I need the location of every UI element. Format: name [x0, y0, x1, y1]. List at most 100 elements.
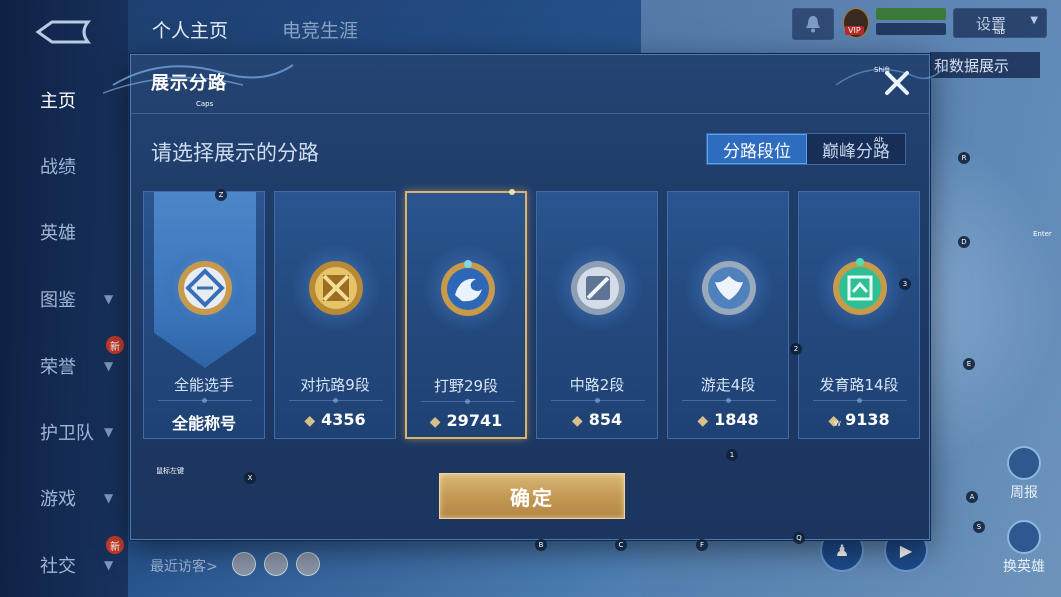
- chevron-down-icon: ▼: [104, 359, 114, 373]
- clash-lane-emblem-icon: [306, 258, 366, 318]
- lane-points: ◆ 854: [537, 410, 657, 429]
- nav-item-games[interactable]: 游戏 ▼: [0, 478, 128, 518]
- lane-card-roam[interactable]: 游走4段 ◆ 1848: [667, 191, 789, 439]
- weekly-report-icon: [1007, 446, 1041, 480]
- roam-emblem-icon: [699, 258, 759, 318]
- change-hero-icon: [1007, 520, 1041, 554]
- back-arrow-icon: [35, 20, 92, 44]
- side-button-label: 周报: [1010, 485, 1038, 501]
- lane-card-clash[interactable]: 对抗路9段 ◆ 4356: [274, 191, 396, 439]
- tab-profile[interactable]: 个人主页: [152, 16, 228, 43]
- bell-icon: [806, 16, 820, 33]
- chevron-down-icon: ▼: [104, 491, 114, 505]
- nav-item-heroes[interactable]: 英雄: [0, 212, 128, 252]
- lane-name: 发育路14段: [819, 376, 899, 394]
- key-hint: F: [696, 539, 708, 551]
- key-hint: B: [535, 539, 547, 551]
- key-hint: Q: [793, 532, 805, 544]
- tab-esports-career[interactable]: 电竞生涯: [282, 16, 358, 43]
- nav-item-label: 护卫队: [40, 423, 94, 444]
- nav-item-label: 荣誉: [40, 357, 76, 378]
- dialog-title: 展示分路: [151, 73, 227, 94]
- nav-item-label: 英雄: [40, 223, 76, 244]
- chevron-down-icon: ▼: [104, 292, 114, 306]
- card-separator: [551, 398, 645, 403]
- key-hint: Enter: [1033, 230, 1052, 238]
- recent-visitors-link[interactable]: 最近访客>: [150, 556, 218, 576]
- farm-lane-emblem-icon: [830, 258, 890, 318]
- confirm-button[interactable]: 确定: [439, 473, 625, 519]
- lane-name: 对抗路9段: [300, 376, 370, 394]
- lane-stat-value: 854: [588, 410, 623, 429]
- notification-button[interactable]: [792, 8, 834, 40]
- lane-name: 游走4段: [700, 376, 756, 394]
- key-hint: Caps: [196, 100, 214, 108]
- change-hero-button[interactable]: 换英雄: [996, 520, 1052, 580]
- chevron-down-icon: ▼: [1030, 15, 1038, 26]
- nav-item-codex[interactable]: 图鉴 ▼: [0, 279, 128, 319]
- back-button[interactable]: [34, 20, 92, 44]
- key-hint: 3: [899, 278, 911, 290]
- lane-name: 打野29段: [433, 377, 499, 395]
- key-hint: D: [958, 236, 970, 248]
- nav-item-record[interactable]: 战绩: [0, 146, 128, 186]
- vip-badge: VIP: [845, 26, 864, 35]
- nav-item-label: 主页: [40, 91, 76, 112]
- key-hint: W: [834, 420, 841, 428]
- lane-title: 全能称号: [144, 410, 264, 434]
- lane-card-mid[interactable]: 中路2段 ◆ 854: [536, 191, 658, 439]
- visitor-avatar[interactable]: [264, 552, 288, 576]
- key-hint: E: [963, 358, 975, 370]
- key-hint: 鼠标左键: [156, 467, 184, 475]
- figure-icon: ♟: [834, 540, 850, 560]
- key-hint: R: [958, 152, 970, 164]
- lane-stat-value: 29741: [446, 411, 503, 430]
- nav-item-guard[interactable]: 护卫队 ▼: [0, 412, 128, 452]
- card-separator: [682, 398, 776, 403]
- lane-card-jungle[interactable]: 打野29段 ◆ 29741: [405, 189, 527, 439]
- dialog-subtitle: 请选择展示的分路: [151, 141, 319, 165]
- all-round-emblem-icon: [175, 258, 235, 318]
- play-icon: ▶: [899, 540, 913, 560]
- lane-stat-value: 全能称号: [171, 414, 236, 433]
- nav-item-label: 图鉴: [40, 290, 76, 311]
- point-icon: ◆: [697, 413, 709, 429]
- key-hint: Z: [215, 189, 227, 201]
- chevron-down-icon: ▼: [104, 425, 114, 439]
- key-hint: Shift: [874, 66, 890, 74]
- lane-card-all-round[interactable]: 全能选手 全能称号: [143, 191, 265, 439]
- key-hint: A: [966, 491, 978, 503]
- nav-item-label: 游戏: [40, 489, 76, 510]
- player-name-bar: [876, 8, 946, 20]
- lane-stat-value: 1848: [714, 410, 759, 429]
- tab-lane-rank[interactable]: 分路段位: [707, 134, 807, 164]
- lane-stat-value: 4356: [321, 410, 366, 429]
- weekly-report-button[interactable]: 周报: [996, 446, 1052, 506]
- visitor-avatar[interactable]: [232, 552, 256, 576]
- lane-points: ◆ 4356: [275, 410, 395, 429]
- point-icon: ◆: [429, 414, 441, 430]
- key-hint: X: [244, 472, 256, 484]
- new-badge: 新: [106, 536, 124, 554]
- player-status-bar: [876, 23, 946, 35]
- divider: [131, 113, 929, 114]
- lane-stat-value: 9138: [845, 410, 890, 429]
- lane-card-farm[interactable]: 发育路14段 ◆ 9138: [798, 191, 920, 439]
- visitor-avatar[interactable]: [296, 552, 320, 576]
- chevron-down-icon: ▼: [104, 558, 114, 572]
- nav-item-label: 战绩: [40, 157, 76, 178]
- key-hint: S: [973, 521, 985, 533]
- lane-points: ◆ 29741: [407, 411, 525, 430]
- card-separator: [421, 399, 515, 404]
- selection-corner-marker: [509, 189, 515, 195]
- new-badge: 新: [106, 336, 124, 354]
- jungle-emblem-icon: [438, 259, 498, 319]
- key-hint: Alt: [874, 136, 884, 144]
- tab-peak-lane[interactable]: 巅峰分路: [807, 134, 905, 164]
- lane-name: 全能选手: [173, 376, 234, 394]
- card-separator: [289, 398, 383, 403]
- key-hint: 2: [790, 343, 802, 355]
- mid-lane-emblem-icon: [568, 258, 628, 318]
- side-button-label: 换英雄: [1003, 559, 1045, 575]
- lane-display-dialog: 展示分路 请选择展示的分路 分路段位 巅峰分路 全能选手 全能称号 对抗路9段 …: [103, 54, 947, 540]
